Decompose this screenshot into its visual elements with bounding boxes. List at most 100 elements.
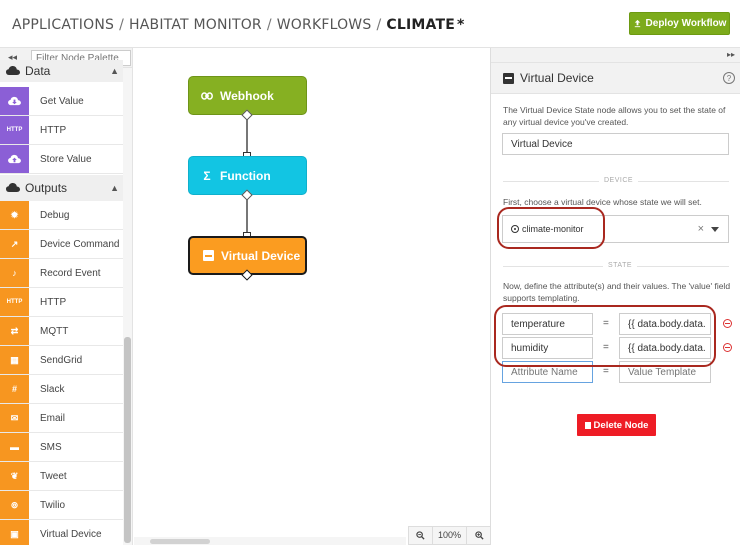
- panel-header: Virtual Device ?: [491, 63, 740, 94]
- node-name-input[interactable]: [502, 133, 729, 155]
- workflow-canvas[interactable]: Webhook Σ Function Virtual Device: [134, 48, 490, 545]
- category-label: Outputs: [25, 181, 68, 195]
- breadcrumb-application[interactable]: HABITAT MONITOR: [129, 17, 262, 33]
- node-description: The Virtual Device State node allows you…: [503, 105, 726, 127]
- palette-item-get-value[interactable]: Get Value: [0, 87, 123, 116]
- deploy-workflow-button[interactable]: Deploy Workflow: [629, 12, 730, 35]
- top-header: APPLICATIONS / HABITAT MONITOR / WORKFLOWS / C…: [0, 0, 740, 48]
- palette-item-label: Tweet: [40, 470, 67, 482]
- flow-node-label: Function: [220, 168, 271, 183]
- palette-item-store-value[interactable]: Store Value: [0, 145, 123, 174]
- new-value-template-input[interactable]: [619, 361, 711, 383]
- equals-sign: =: [603, 366, 609, 377]
- chat-bubble-icon: ▬: [0, 433, 29, 461]
- node-palette: ◂◂ Data ▲ Get Value HTTP HTTP Store Valu…: [0, 48, 133, 545]
- twilio-icon: ⊚: [0, 491, 29, 519]
- palette-item-label: Device Command: [40, 238, 120, 250]
- chevron-up-icon[interactable]: ▲: [110, 183, 119, 193]
- section-label-device: DEVICE: [599, 177, 639, 184]
- zoom-in-icon[interactable]: [467, 527, 491, 544]
- question-circle-icon[interactable]: ?: [723, 72, 735, 84]
- selected-device: climate-monitor: [522, 224, 584, 234]
- virtual-device-icon: [201, 250, 215, 261]
- palette-item-label: Debug: [40, 209, 70, 221]
- state-instruction: Now, define the attribute(s) and their v…: [503, 281, 731, 303]
- palette-item-label: Virtual Device: [40, 528, 102, 540]
- device-target-icon: [511, 225, 519, 233]
- connection-wire[interactable]: [246, 197, 248, 237]
- delete-node-button[interactable]: Delete Node: [577, 414, 656, 436]
- palette-item-label: SendGrid: [40, 354, 83, 366]
- virtual-device-icon: [503, 72, 514, 84]
- breadcrumb: APPLICATIONS / HABITAT MONITOR / WORKFLOWS / C…: [12, 17, 465, 33]
- palette-item-http-output[interactable]: HTTP HTTP: [0, 288, 123, 317]
- equals-sign: =: [603, 318, 609, 329]
- palette-item-http[interactable]: HTTP HTTP: [0, 116, 123, 145]
- chevron-up-icon[interactable]: ▲: [110, 66, 119, 76]
- deploy-label: Deploy Workflow: [645, 18, 727, 29]
- breadcrumb-separator: /: [266, 17, 272, 33]
- palette-item-sms[interactable]: ▬ SMS: [0, 433, 123, 462]
- palette-item-label: Get Value: [40, 95, 84, 107]
- bell-icon: ♪: [0, 259, 29, 287]
- cloud-upload-icon: [0, 145, 29, 173]
- attribute-name-input[interactable]: [502, 337, 593, 359]
- palette-item-record-event[interactable]: ♪ Record Event: [0, 259, 123, 288]
- panel-toolbar: ▸▸: [491, 48, 740, 63]
- palette-item-debug[interactable]: ✹ Debug: [0, 201, 123, 230]
- http-icon: HTTP: [0, 116, 29, 144]
- palette-item-sendgrid[interactable]: ▦ SendGrid: [0, 346, 123, 375]
- virtual-device-icon: ▣: [0, 520, 29, 545]
- new-attribute-name-input[interactable]: [502, 361, 593, 383]
- palette-item-label: Store Value: [40, 153, 92, 165]
- node-properties-panel: ▸▸ Virtual Device ? The Virtual Device S…: [490, 48, 740, 545]
- device-select[interactable]: climate-monitor ×: [502, 215, 729, 243]
- palette-item-mqtt[interactable]: ⇄ MQTT: [0, 317, 123, 346]
- link-icon: [200, 91, 214, 100]
- palette-item-label: MQTT: [40, 325, 69, 337]
- category-data[interactable]: Data ▲: [0, 60, 123, 82]
- exchange-icon: ⇄: [0, 317, 29, 345]
- canvas-scroll-thumb[interactable]: [150, 539, 210, 544]
- flow-node-label: Virtual Device: [221, 248, 301, 263]
- attribute-value-input[interactable]: [619, 313, 711, 335]
- upload-icon: [634, 19, 640, 28]
- device-instruction: First, choose a virtual device whose sta…: [503, 197, 702, 207]
- breadcrumb-workflows[interactable]: WORKFLOWS: [277, 17, 372, 33]
- unsaved-marker: *: [456, 17, 465, 33]
- palette-scroll-thumb[interactable]: [124, 337, 131, 543]
- sendgrid-icon: ▦: [0, 346, 29, 374]
- category-outputs[interactable]: Outputs ▲: [0, 175, 123, 201]
- palette-item-virtual-device[interactable]: ▣ Virtual Device: [0, 520, 123, 545]
- zoom-level: 100%: [433, 527, 467, 544]
- palette-item-label: Record Event: [40, 267, 101, 279]
- palette-item-tweet[interactable]: ❦ Tweet: [0, 462, 123, 491]
- remove-attribute-icon[interactable]: [723, 343, 732, 352]
- bug-icon: ✹: [0, 201, 29, 229]
- clear-selection-icon[interactable]: ×: [698, 223, 704, 235]
- chevron-down-icon[interactable]: [711, 227, 719, 232]
- http-icon: HTTP: [0, 288, 29, 316]
- twitter-bird-icon: ❦: [0, 462, 29, 490]
- sigma-icon: Σ: [203, 168, 211, 183]
- palette-item-email[interactable]: ✉ Email: [0, 404, 123, 433]
- cloud-icon: [6, 183, 20, 192]
- attribute-name-input[interactable]: [502, 313, 593, 335]
- palette-item-device-command[interactable]: ↗ Device Command: [0, 230, 123, 259]
- palette-item-label: Email: [40, 412, 66, 424]
- palette-item-label: HTTP: [40, 296, 67, 308]
- palette-item-slack[interactable]: # Slack: [0, 375, 123, 404]
- panel-title: Virtual Device: [520, 71, 594, 85]
- envelope-icon: ✉: [0, 404, 29, 432]
- palette-item-twilio[interactable]: ⊚ Twilio: [0, 491, 123, 520]
- remove-attribute-icon[interactable]: [723, 319, 732, 328]
- double-chevron-right-icon[interactable]: ▸▸: [727, 50, 735, 59]
- attribute-value-input[interactable]: [619, 337, 711, 359]
- zoom-out-icon[interactable]: [409, 527, 433, 544]
- breadcrumb-applications[interactable]: APPLICATIONS: [12, 17, 114, 33]
- delete-label: Delete Node: [593, 419, 649, 431]
- breadcrumb-separator: /: [119, 17, 125, 33]
- equals-sign: =: [603, 342, 609, 353]
- cloud-icon: [6, 66, 20, 75]
- slack-icon: #: [0, 375, 29, 403]
